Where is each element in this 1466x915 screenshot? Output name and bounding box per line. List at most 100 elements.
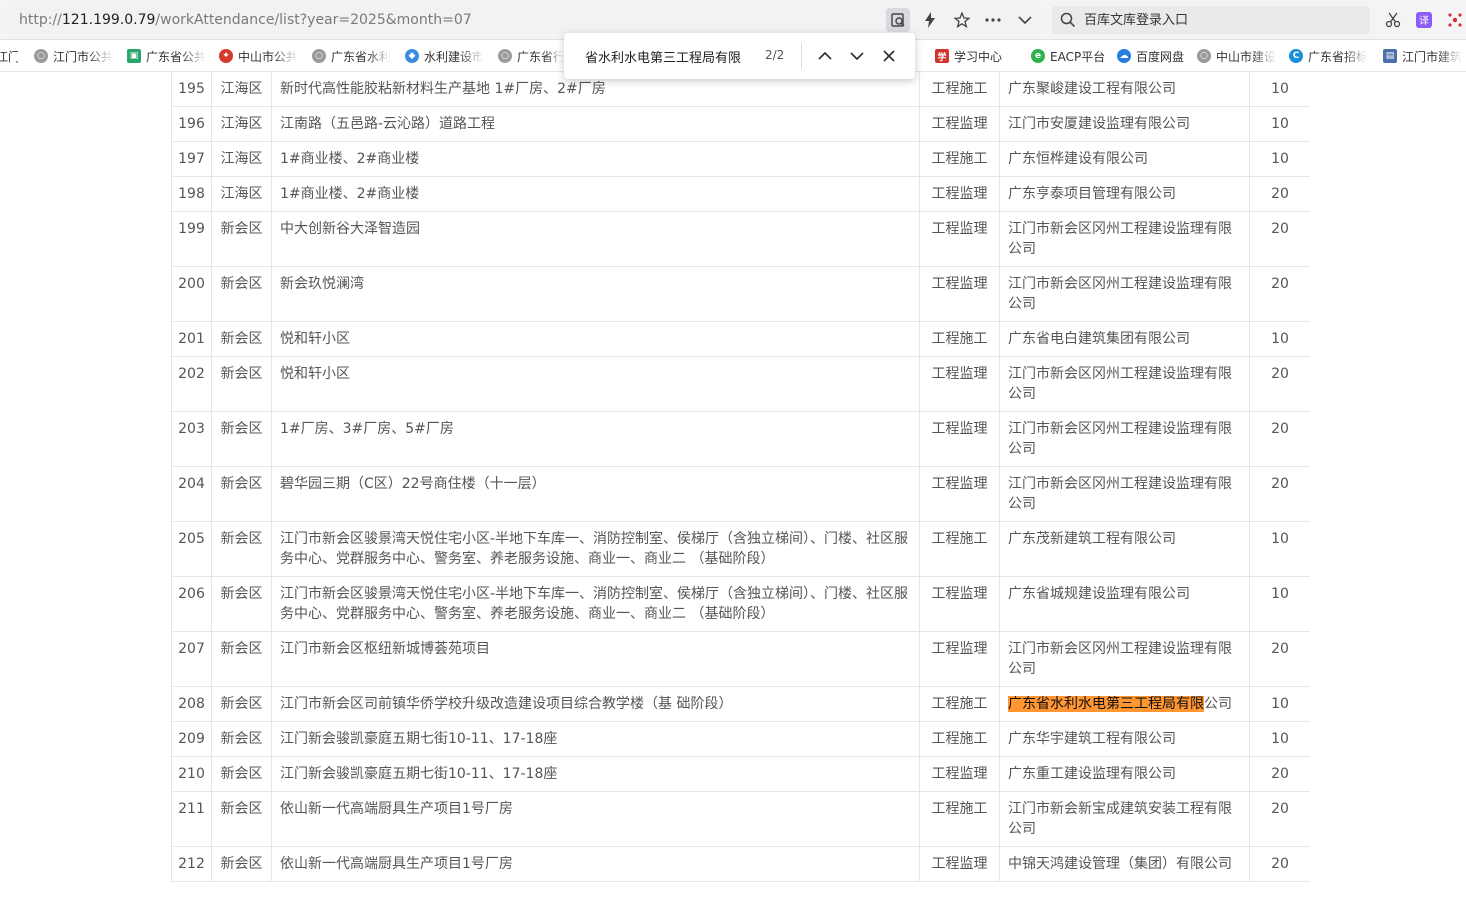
bookmark-item[interactable]: ○ 广东省水利 (312, 47, 394, 65)
bookmark-item[interactable]: 学学习中心 (935, 47, 1015, 65)
bookmark-label: 中山市建设 (1216, 49, 1277, 64)
bookmark-label: 广东省公共 (146, 49, 207, 64)
company-cell: 广东茂新建筑工程有限公司 (999, 521, 1250, 577)
score-cell: 20 (1249, 266, 1310, 322)
bookmark-item[interactable]: 江门 (0, 47, 18, 65)
bookmark-item[interactable]: ○ 中山市建设 (1197, 47, 1277, 65)
table-row: 206 新会区 江门市新会区骏景湾天悦住宅小区-半地下车库一、消防控制室、侯梯厅（含… (171, 576, 1310, 632)
water-drop-icon: ◆ (405, 49, 419, 63)
building-icon: ▣ (127, 49, 141, 63)
url-text[interactable]: http://121.199.0.79/workAttendance/list?… (19, 12, 472, 28)
row-number: 196 (171, 106, 212, 142)
scissors-icon[interactable] (1381, 8, 1405, 32)
close-icon (883, 50, 895, 62)
company-rest: 公司 (1204, 696, 1232, 712)
score-cell: 10 (1249, 141, 1310, 177)
project-name-cell: 依山新一代高端厨具生产项目1号厂房 (271, 846, 920, 882)
work-type-cell: 工程监理 (919, 106, 1000, 142)
district-cell: 新会区 (211, 356, 272, 412)
project-name-cell: 江门新会骏凯豪庭五期七街10-11、17-18座 (271, 721, 920, 757)
company-cell: 广东亨泰项目管理有限公司 (999, 176, 1250, 212)
company-cell: 江门市新会区冈州工程建设监理有限公司 (999, 631, 1250, 687)
row-number: 209 (171, 721, 212, 757)
company-cell: 中锦天鸿建设管理（集团）有限公司 (999, 846, 1250, 882)
bookmark-item[interactable]: ▣ 广东省公共 (127, 47, 207, 65)
bookmark-label: 学习中心 (954, 49, 1003, 64)
company-cell: 广东重工建设监理有限公司 (999, 756, 1250, 792)
attendance-table: 195 江海区 新时代高性能胶粘新材料生产基地 1#厂房、2#厂房 工程施工 广东聚峻建… (171, 72, 1310, 882)
table-row: 199 新会区 中大创新谷大泽智造园 工程监理 江门市新会区冈州工程建设监理有限公司 20 (171, 211, 1310, 267)
find-next-button[interactable] (846, 45, 868, 67)
row-number: 201 (171, 321, 212, 357)
project-name-cell: 江门市新会区骏景湾天悦住宅小区-半地下车库一、消防控制室、侯梯厅（含独立梯间）、… (271, 521, 920, 577)
bookmark-item[interactable]: ✦ 中山市公共 (219, 47, 301, 65)
find-highlight: 广东省水利水电第三工程局有限 (1008, 696, 1204, 712)
globe-icon: ○ (1197, 49, 1211, 63)
table-row: 212 新会区 依山新一代高端厨具生产项目1号厂房 工程监理 中锦天鸿建设管理（集团）有… (171, 846, 1310, 882)
company-cell: 广东省水利水电第三工程局有限公司 (999, 686, 1250, 722)
star-bookmark-icon[interactable] (950, 8, 974, 32)
company-cell: 江门市新会区冈州工程建设监理有限公司 (999, 211, 1250, 267)
company-cell: 江门市新会区冈州工程建设监理有限公司 (999, 411, 1250, 467)
project-name-cell: 江南路（五邑路-云沁路）道路工程 (271, 106, 920, 142)
district-cell: 新会区 (211, 211, 272, 267)
work-type-cell: 工程施工 (919, 141, 1000, 177)
study-icon: 学 (935, 49, 949, 63)
find-in-page-icon[interactable] (886, 8, 910, 32)
work-type-cell: 工程施工 (919, 521, 1000, 577)
extension-icon[interactable] (1443, 8, 1466, 32)
table-row: 196 江海区 江南路（五邑路-云沁路）道路工程 工程监理 江门市安厦建设监理有限公司 1… (171, 106, 1310, 142)
find-close-button[interactable] (878, 45, 900, 67)
district-cell: 新会区 (211, 321, 272, 357)
find-input[interactable]: 省水利水电第三工程局有限 (585, 47, 741, 66)
gov-emblem-icon: ✦ (219, 49, 233, 63)
bookmark-label: 广东省招标 (1308, 49, 1369, 64)
row-number: 203 (171, 411, 212, 467)
work-type-cell: 工程监理 (919, 266, 1000, 322)
bookmark-item[interactable]: ◆ 水利建设市 (405, 47, 487, 65)
score-cell: 20 (1249, 631, 1310, 687)
find-divider (801, 43, 802, 69)
lightning-icon[interactable] (918, 8, 942, 32)
table-row: 211 新会区 依山新一代高端厨具生产项目1号厂房 工程施工 江门市新会新宝成建筑安装工… (171, 791, 1310, 847)
chevron-down-icon[interactable] (1013, 8, 1037, 32)
row-number: 205 (171, 521, 212, 577)
district-cell: 新会区 (211, 466, 272, 522)
bookmark-item[interactable]: ▤ 江门市建筑 (1383, 47, 1466, 65)
district-cell: 新会区 (211, 686, 272, 722)
work-type-cell: 工程监理 (919, 176, 1000, 212)
work-type-cell: 工程施工 (919, 791, 1000, 847)
bookmark-item[interactable]: ○ 广东省行 (498, 47, 564, 65)
score-cell: 20 (1249, 176, 1310, 212)
row-number: 199 (171, 211, 212, 267)
score-cell: 10 (1249, 721, 1310, 757)
work-type-cell: 工程监理 (919, 211, 1000, 267)
search-input[interactable] (1082, 9, 1362, 31)
district-cell: 江海区 (211, 176, 272, 212)
district-cell: 江海区 (211, 72, 272, 107)
bookmark-item[interactable]: C 广东省招标 (1289, 47, 1371, 65)
bookmark-label: 广东省行 (517, 49, 564, 64)
table-row: 207 新会区 江门市新会区枢纽新城博荟苑项目 工程监理 江门市新会区冈州工程建设监理有… (171, 631, 1310, 687)
company-cell: 江门市新会区冈州工程建设监理有限公司 (999, 466, 1250, 522)
project-name-cell: 1#商业楼、2#商业楼 (271, 176, 920, 212)
translate-icon[interactable]: 译 (1412, 8, 1436, 32)
table-row: 202 新会区 悦和轩小区 工程监理 江门市新会区冈州工程建设监理有限公司 20 (171, 356, 1310, 412)
bookmark-item[interactable]: ○ 江门市公共 (34, 47, 114, 65)
bookmark-item[interactable]: ☁ 百度网盘 (1117, 47, 1193, 65)
bookmark-label: 广东省水利 (331, 49, 392, 64)
more-icon[interactable] (981, 8, 1005, 32)
row-number: 208 (171, 686, 212, 722)
find-prev-button[interactable] (814, 45, 836, 67)
score-cell: 20 (1249, 756, 1310, 792)
bookmark-label: 中山市公共 (238, 49, 299, 64)
letter-c-icon: C (1289, 49, 1303, 63)
project-name-cell: 中大创新谷大泽智造园 (271, 211, 920, 267)
company-cell: 广东省城规建设监理有限公司 (999, 576, 1250, 632)
bookmark-item[interactable]: e EACP平台 (1031, 47, 1111, 65)
attendance-table-container: 195 江海区 新时代高性能胶粘新材料生产基地 1#厂房、2#厂房 工程施工 广东聚峻建… (171, 72, 1310, 915)
project-name-cell: 江门市新会区司前镇华侨学校升级改造建设项目综合教学楼（基 础阶段） (271, 686, 920, 722)
search-box[interactable] (1052, 6, 1370, 34)
work-type-cell: 工程监理 (919, 576, 1000, 632)
project-name-cell: 江门新会骏凯豪庭五期七街10-11、17-18座 (271, 756, 920, 792)
